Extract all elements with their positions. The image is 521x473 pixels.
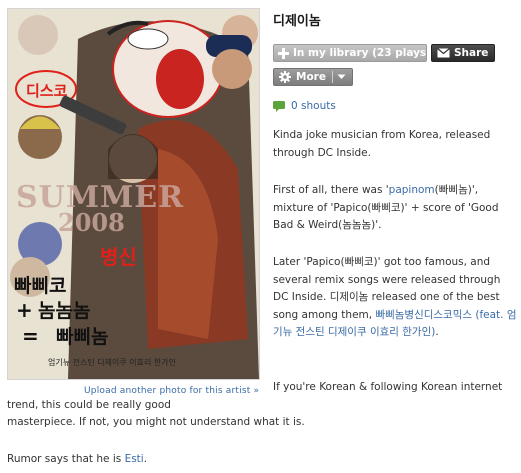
poster-text-disco: 디스코 [26,82,68,100]
bio-text: First of all, there was ' [273,184,389,196]
poster-text-byeongsin: 병신 [100,245,137,269]
bio-paragraph-1: Kinda joke musician from Korea, released… [273,129,491,159]
poster-text-equals: = [22,324,39,348]
bio-text: . [143,453,148,465]
bio-paragraph-4-line-3: masterpiece. If not, you might not under… [7,416,305,428]
artist-photo-section: 디스코 SUMMER 2008 병신 빠삐코 + 놈놈놈 = 빠삐놈 엄기뉴 전… [0,0,265,402]
more-button-label: More [296,71,326,83]
bio-paragraph-3: Later 'Papico(빠삐코)' got too famous, and … [273,254,518,342]
bio-paragraph-4-line-1: If you're Korean & following Korean inte… [273,381,503,393]
speech-bubble-icon [273,100,285,112]
bio-text: Rumor says that he is [7,453,125,465]
bio-text: . [435,326,439,338]
share-button-label: Share [454,47,489,59]
in-my-library-button[interactable]: In my library (23 plays) [273,44,431,62]
gear-icon [278,70,292,84]
bio-paragraph-4-line-2: trend, this could be really good [7,399,171,411]
chevron-down-icon[interactable] [337,72,346,84]
papinom-link[interactable]: papinom [389,184,435,196]
poster-text-papico: 빠삐코 [14,275,66,297]
artist-photo[interactable]: 디스코 SUMMER 2008 병신 빠삐코 + 놈놈놈 = 빠삐놈 엄기뉴 전… [7,8,260,380]
poster-text-year: 2008 [58,208,125,237]
artist-name-heading: 디제이놈 [273,14,321,29]
library-button-label: In my library (23 plays) [293,47,431,59]
bio-paragraph-2: First of all, there was 'papinom(빠삐놈)', … [273,182,518,235]
plus-icon [278,46,289,60]
bio-paragraph-5: Rumor says that he is Esti. [7,451,147,469]
more-divider [332,71,333,83]
photo-collage-image: 디스코 SUMMER 2008 병신 빠삐코 + 놈놈놈 = 빠삐놈 엄기뉴 전… [8,9,259,379]
poster-text-plus: + [16,298,33,322]
shouts-link[interactable]: 0 shouts [273,100,336,112]
more-button[interactable]: More [273,68,353,86]
shouts-label: 0 shouts [291,100,336,112]
poster-text-credits: 엄기뉴 전스틴 디제이쿠 이효리 한가인 [48,357,176,367]
envelope-icon [436,46,450,60]
upload-photo-link[interactable]: Upload another photo for this artist » [84,386,259,396]
share-button[interactable]: Share [431,44,495,62]
poster-text-papinom: 빠삐놈 [56,326,108,348]
poster-text-nomnomnom: 놈놈놈 [38,300,90,322]
esti-link[interactable]: Esti [125,453,144,465]
